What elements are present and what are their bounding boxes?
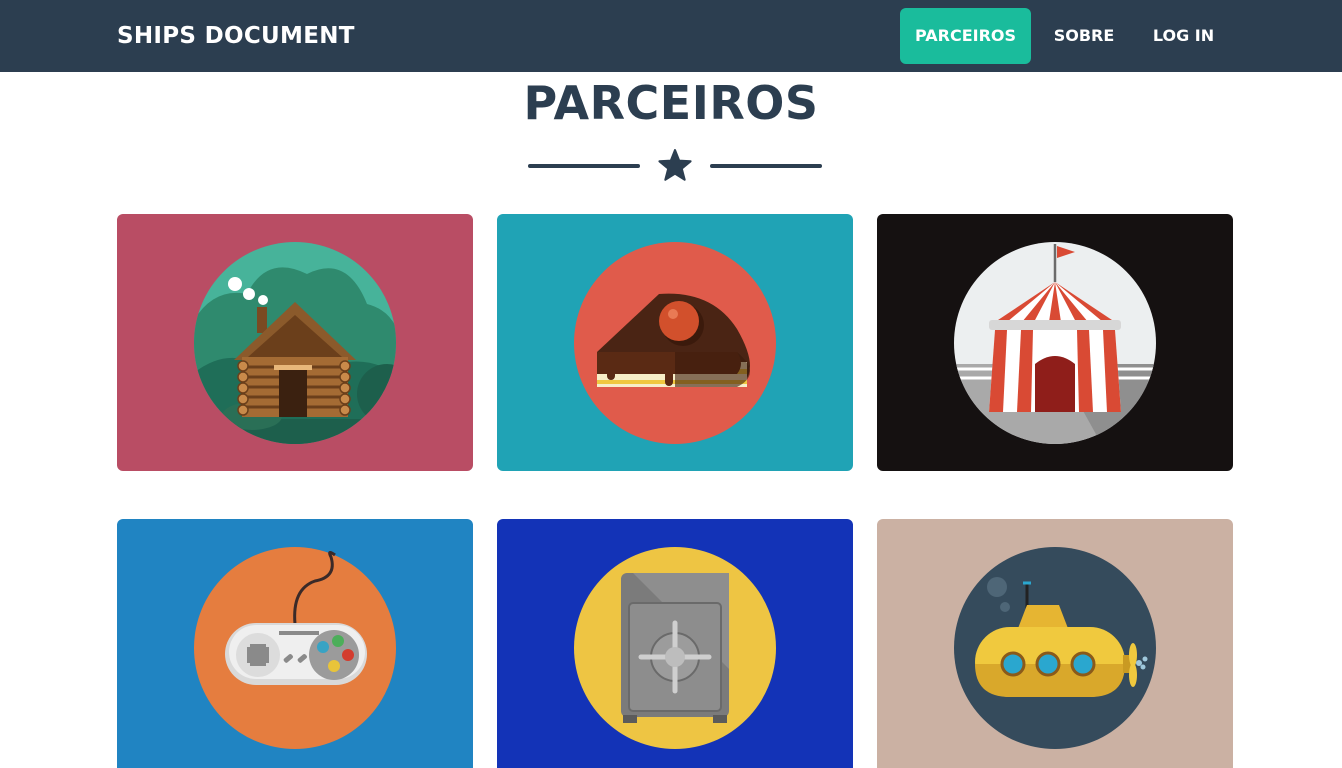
portfolio-item-circus[interactable] — [877, 214, 1233, 471]
portfolio-item-submarine[interactable] — [877, 519, 1233, 768]
nav-item-sobre[interactable]: SOBRE — [1038, 8, 1130, 64]
section-title: PARCEIROS — [523, 76, 819, 130]
brand-link[interactable]: SHIPS DOCUMENT — [117, 0, 355, 72]
portfolio-item-safe[interactable] — [497, 519, 853, 768]
star-icon — [658, 149, 692, 181]
safe-icon — [574, 547, 776, 749]
title-divider — [528, 148, 822, 184]
submarine-icon — [954, 547, 1156, 749]
cake-icon — [574, 242, 776, 444]
divider-line-right — [710, 164, 822, 168]
cabin-icon — [194, 242, 396, 444]
divider-line-left — [528, 164, 640, 168]
circus-tent-icon — [954, 242, 1156, 444]
nav-item-log-in[interactable]: LOG IN — [1138, 8, 1229, 64]
portfolio-item-cabin[interactable] — [117, 214, 473, 471]
nav-item-parceiros[interactable]: PARCEIROS — [900, 8, 1031, 64]
portfolio-item-cake[interactable] — [497, 214, 853, 471]
game-controller-icon — [194, 547, 396, 749]
navbar: SHIPS DOCUMENT PARCEIROS SOBRE LOG IN — [0, 0, 1342, 72]
portfolio-item-controller[interactable] — [117, 519, 473, 768]
